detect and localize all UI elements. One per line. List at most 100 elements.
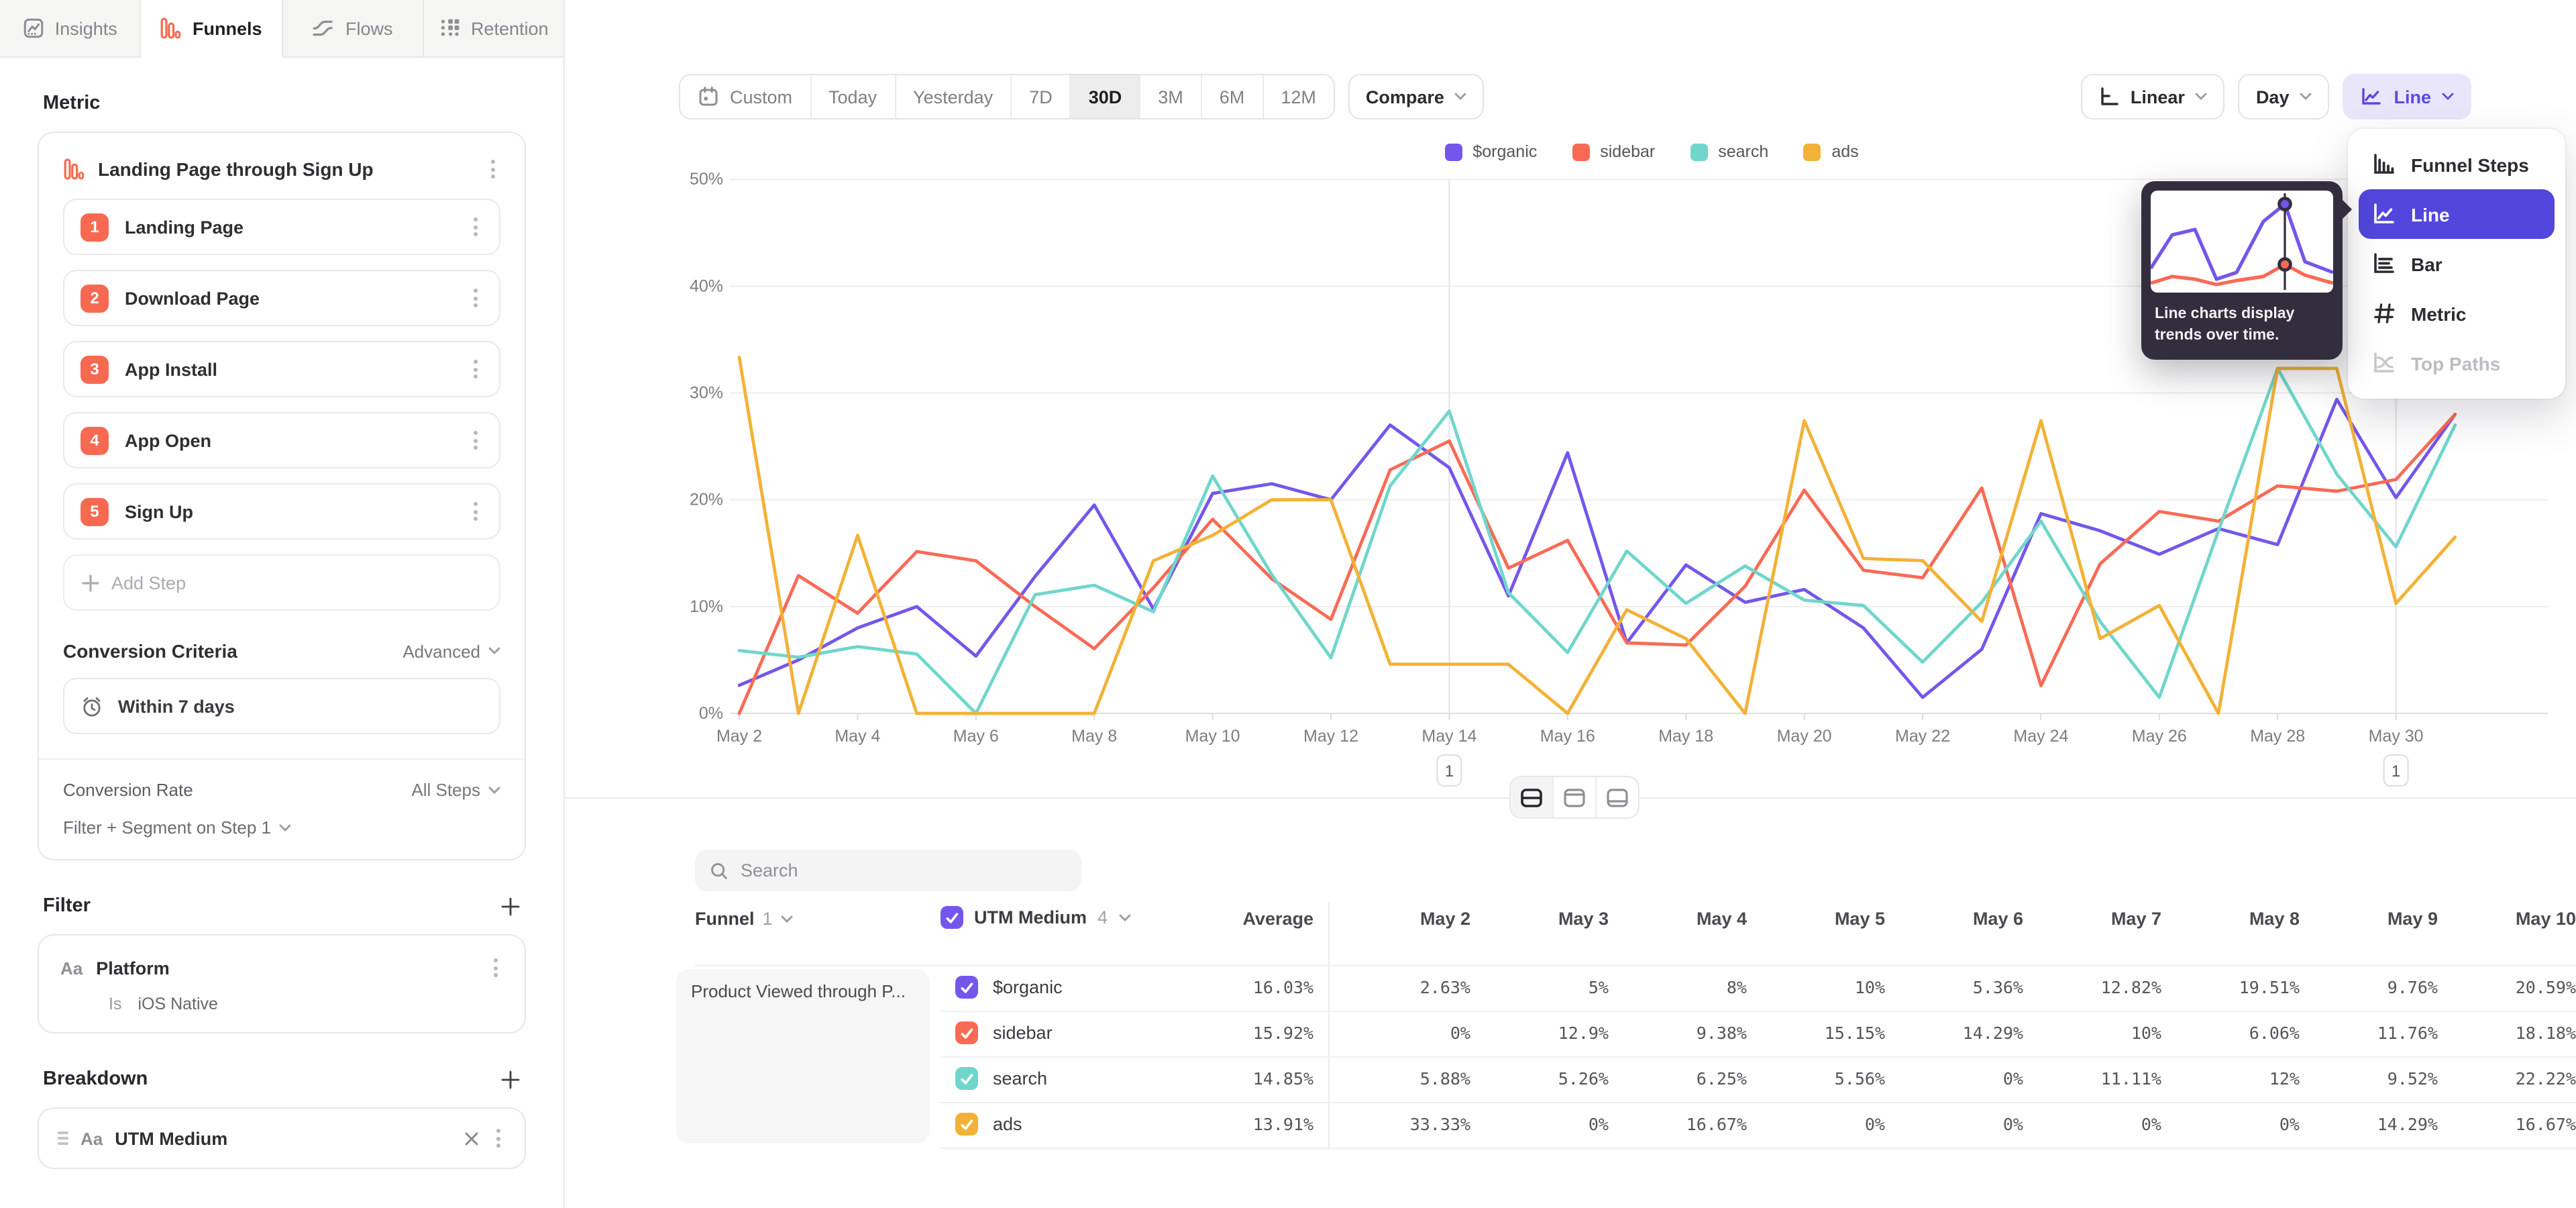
day-value: 15.15% [1746,1023,1885,1043]
svg-text:May 14: May 14 [1421,727,1477,746]
tab-retention[interactable]: Retention [424,0,566,58]
legend-item-organic[interactable]: $organic [1444,142,1537,161]
svg-text:0%: 0% [699,704,723,723]
filter-operator[interactable]: Is [109,995,121,1013]
all-steps-dropdown[interactable]: All Steps [411,780,500,800]
day-value: 12.82% [2022,977,2161,997]
range-7d[interactable]: 7D [1012,75,1071,118]
funnel-row-label[interactable]: Product Viewed through P... [676,969,930,1144]
svg-text:1: 1 [1445,762,1454,781]
chart-type-dropdown[interactable]: Line [2343,74,2471,119]
step-menu-button[interactable] [468,425,483,455]
tab-funnels[interactable]: Funnels [142,0,283,58]
day-value: 16.67% [2436,1114,2576,1134]
table-bottom-view-icon [1606,787,1629,807]
step-number-badge: 4 [80,426,109,454]
average-column-header: Average [1205,909,1313,929]
bar-chart-icon [2371,252,2396,275]
funnel-metric-icon [63,158,85,180]
legend-item-ads[interactable]: ads [1803,142,1858,161]
svg-text:10%: 10% [690,597,723,616]
funnel-step-landing-page[interactable]: 1 Landing Page [63,199,500,255]
series-checkbox[interactable] [955,1021,978,1044]
svg-text:May 22: May 22 [1895,727,1950,746]
funnel-menu-button[interactable] [486,154,500,184]
range-yesterday[interactable]: Yesterday [896,75,1012,118]
tab-flows[interactable]: Flows [282,0,424,58]
range-custom[interactable]: Custom [680,75,811,118]
alarm-clock-icon [80,695,103,717]
step-menu-button[interactable] [468,354,483,384]
funnel-step-app-install[interactable]: 3 App Install [63,341,500,397]
compare-button[interactable]: Compare [1348,74,1485,119]
range-today[interactable]: Today [811,75,896,118]
day-column-header: May 4 [1607,909,1747,929]
legend-item-sidebar[interactable]: sidebar [1572,142,1655,161]
select-all-checkbox[interactable] [941,906,963,929]
step-menu-button[interactable] [468,497,483,526]
range-12m[interactable]: 12M [1263,75,1334,118]
legend-item-search[interactable]: search [1690,142,1768,161]
range-6m[interactable]: 6M [1202,75,1264,118]
advanced-dropdown[interactable]: Advanced [402,641,500,661]
table-header: Funnel1 UTM Medium4 Average May 2May 3Ma… [695,902,2576,942]
menu-item-metric[interactable]: Metric [2359,289,2555,338]
conversion-criteria-heading: Conversion Criteria [63,640,237,662]
metric-heading: Metric [43,93,100,114]
filter-menu-button[interactable] [488,953,503,983]
funnel-column-header[interactable]: Funnel1 [695,909,793,929]
menu-item-funnel-steps[interactable]: Funnel Steps [2359,140,2555,189]
step-menu-button[interactable] [468,212,483,242]
day-value: 19.51% [2160,977,2300,997]
breakdown-column-header[interactable]: UTM Medium4 [941,906,1130,929]
remove-breakdown-button[interactable] [464,1131,479,1146]
add-breakdown-button[interactable] [500,1069,521,1089]
drag-handle-icon[interactable] [58,1132,68,1145]
metric-icon [2371,302,2396,325]
filter-segment-dropdown[interactable]: Filter + Segment on Step 1 [63,817,500,838]
day-value: 22.22% [2436,1068,2576,1089]
filter-property[interactable]: Platform [96,958,475,978]
step-menu-button[interactable] [468,283,483,313]
breakdown-menu-button[interactable] [491,1123,506,1153]
granularity-dropdown[interactable]: Day [2239,74,2330,119]
breakdown-property[interactable]: UTM Medium [115,1128,452,1148]
series-checkbox[interactable] [955,976,978,999]
svg-text:May 20: May 20 [1777,727,1832,746]
filter-value[interactable]: iOS Native [138,995,218,1013]
annotation-badge[interactable]: 1 [2384,755,2408,786]
conversion-window-button[interactable]: Within 7 days [63,678,500,734]
day-value: 9.52% [2298,1068,2438,1089]
series-checkbox[interactable] [955,1113,978,1136]
funnel-step-app-open[interactable]: 4 App Open [63,412,500,468]
layout-toggle-group [1509,776,1640,819]
table-top-view-button[interactable] [1554,777,1597,817]
table-row-sidebar[interactable]: sidebar 15.92%0%12.9%9.38%15.15%14.29%10… [695,1011,2576,1056]
table-bottom-view-button[interactable] [1597,777,1638,817]
scale-dropdown[interactable]: Linear [2081,74,2225,119]
day-column-header: May 5 [1746,909,1885,929]
funnel-step-sign-up[interactable]: 5 Sign Up [63,483,500,540]
funnel-step-download-page[interactable]: 2 Download Page [63,270,500,326]
legend-swatch [1572,143,1589,160]
series-checkbox[interactable] [955,1067,978,1090]
split-view-icon [1520,787,1543,807]
tab-insights[interactable]: Insights [0,0,142,58]
split-view-button[interactable] [1511,777,1554,817]
menu-item-line[interactable]: Line [2359,189,2555,239]
table-search-input[interactable]: Search [695,850,1081,891]
add-filter-button[interactable] [500,896,521,916]
range-30d[interactable]: 30D [1071,75,1141,118]
chevron-down-icon [488,786,500,794]
menu-item-bar[interactable]: Bar [2359,239,2555,289]
series-ads [739,358,2455,713]
table-row-ads[interactable]: ads 13.91%33.33%0%16.67%0%0%0%0%14.29%16… [695,1102,2576,1148]
day-value: 9.38% [1607,1023,1747,1043]
annotation-badge[interactable]: 1 [1437,755,1461,786]
add-step-button[interactable]: Add Step [63,554,500,611]
app: InsightsFunnelsFlowsRetention Metric Lan… [0,0,2576,1208]
svg-text:May 24: May 24 [2013,727,2068,746]
table-row-organic[interactable]: $organic 16.03%2.63%5%8%10%5.36%12.82%19… [695,965,2576,1011]
range-3m[interactable]: 3M [1140,75,1202,118]
table-row-search[interactable]: search 14.85%5.88%5.26%6.25%5.56%0%11.11… [695,1056,2576,1102]
